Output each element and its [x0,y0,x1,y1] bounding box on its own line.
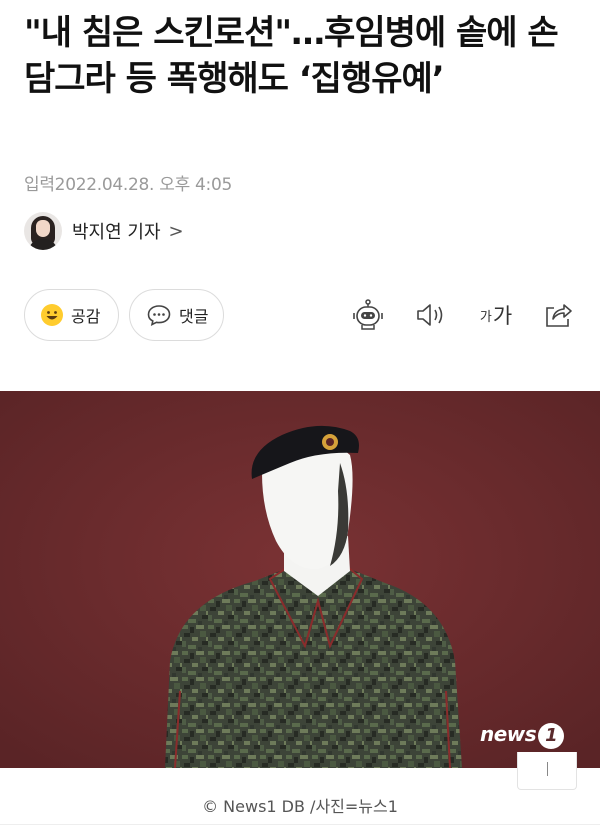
listen-button[interactable] [410,297,450,333]
article-photo[interactable] [0,391,600,768]
share-button[interactable] [538,297,578,333]
news1-watermark: news 1 [480,722,565,749]
photo-expand-button[interactable] [517,752,577,790]
divider [0,824,600,825]
comment-button[interactable]: 댓글 [129,289,224,341]
robot-icon [353,299,383,330]
comment-label: 댓글 [179,307,209,326]
reporter-link[interactable]: 박지연 기자 > [24,212,184,250]
reporter-avatar [24,212,62,250]
speaker-icon [417,304,443,326]
photo-caption: © News1 DB /사진=뉴스1 [202,797,398,816]
smiley-icon [41,304,63,326]
font-size-button[interactable]: 가 가 [472,297,520,333]
reporter-name: 박지연 기자 [72,222,161,243]
font-small-glyph: 가 [479,309,492,325]
article-title: "내 침은 스킨로션"…후임병에 솥에 손 담그라 등 폭행해도 ‘집행유예’ [24,13,559,99]
like-button[interactable]: 공감 [24,289,119,341]
chevron-right-icon: > [168,220,184,242]
speech-bubble-icon [147,305,171,326]
summary-bot-button[interactable] [348,297,388,333]
font-large-glyph: 가 [492,304,513,328]
like-label: 공감 [71,307,101,326]
publish-date: 입력2022.04.28. 오후 4:05 [24,175,232,195]
share-icon [546,304,572,327]
